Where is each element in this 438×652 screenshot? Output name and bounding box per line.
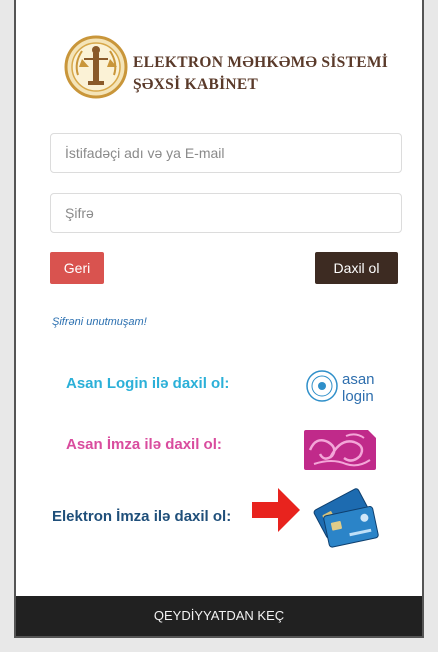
back-button[interactable]: Geri	[50, 252, 104, 284]
login-button[interactable]: Daxil ol	[315, 252, 398, 284]
asan-logo-text-bottom: login	[342, 388, 374, 405]
asan-login-icon[interactable]: asan login	[304, 366, 388, 406]
login-panel: ELEKTRON MƏHKƏMƏ SİSTEMİ ŞƏXSİ KABİNET G…	[14, 0, 424, 638]
brand-title: ELEKTRON MƏHKƏMƏ SİSTEMİ ŞƏXSİ KABİNET	[133, 52, 388, 96]
background-left	[0, 0, 14, 652]
background-right	[424, 0, 438, 652]
e-imza-label[interactable]: Elektron İmza ilə daxil ol:	[52, 508, 231, 525]
password-input[interactable]	[50, 193, 402, 233]
background-bottom	[0, 638, 438, 652]
asan-imza-sim-icon[interactable]	[302, 428, 378, 472]
brand-title-line2: ŞƏXSİ KABİNET	[133, 76, 259, 93]
smart-card-icon[interactable]	[308, 483, 382, 553]
forgot-password-link[interactable]: Şifrəni unutmuşam!	[52, 316, 147, 328]
brand-title-line1: ELEKTRON MƏHKƏMƏ SİSTEMİ	[133, 54, 389, 71]
register-footer-button[interactable]: QEYDİYYATDAN KEÇ	[16, 596, 422, 636]
asan-login-label[interactable]: Asan Login ilə daxil ol:	[66, 375, 229, 392]
username-input[interactable]	[50, 133, 402, 173]
asan-imza-label[interactable]: Asan İmza ilə daxil ol:	[66, 436, 222, 453]
court-emblem-icon	[64, 35, 128, 99]
page-frame: ELEKTRON MƏHKƏMƏ SİSTEMİ ŞƏXSİ KABİNET G…	[0, 0, 438, 652]
red-arrow-icon	[252, 488, 300, 532]
asan-logo-text-top: asan	[342, 371, 375, 388]
